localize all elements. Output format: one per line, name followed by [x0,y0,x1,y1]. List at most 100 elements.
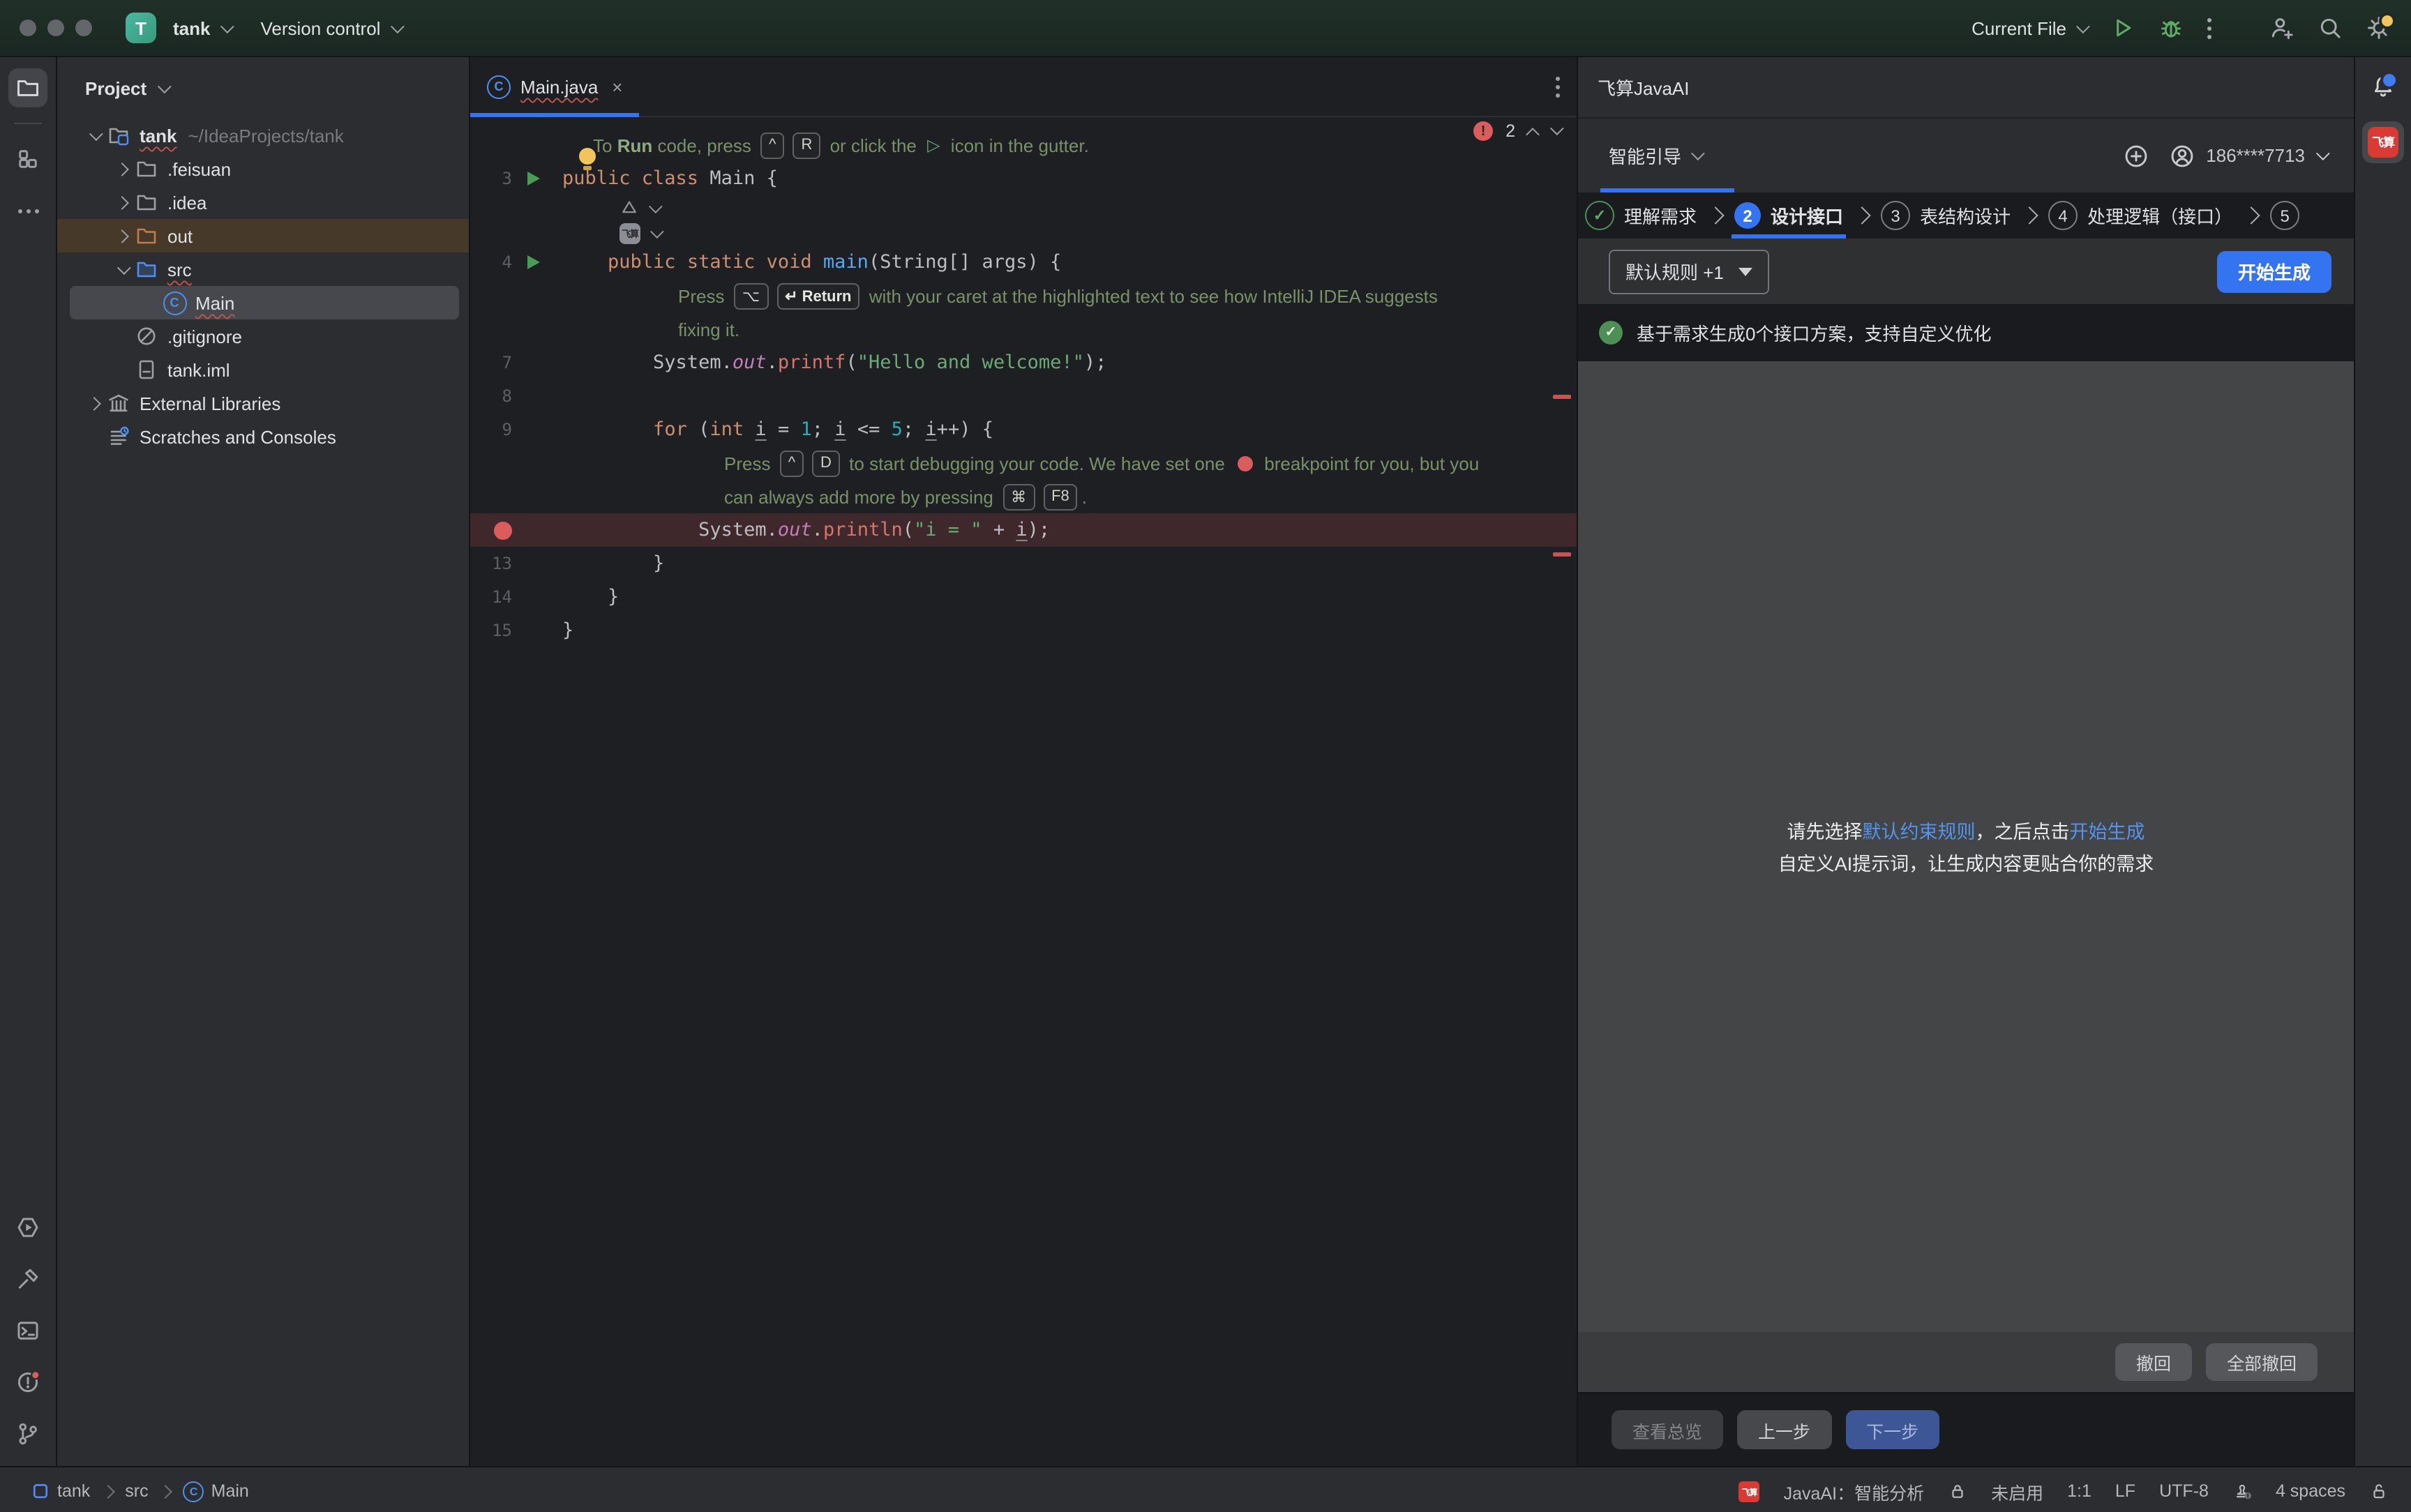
hint-link[interactable]: 默认约束规则 [1863,822,1976,842]
view-overview-button[interactable]: 查看总览 [1612,1410,1723,1449]
status-item[interactable]: LF [2115,1481,2135,1501]
code-line[interactable]: 3public class Main { [470,162,1577,195]
status-item[interactable]: 1:1 [2067,1481,2091,1501]
breadcrumb-tank[interactable]: tank [31,1481,90,1501]
more-actions-icon[interactable] [2207,15,2211,40]
check-circle-icon: ✓ [1599,321,1623,345]
wizard-step-1[interactable]: ✓理解需求 [1582,192,1699,239]
code-line[interactable]: 14 } [470,580,1577,614]
wizard-step-2[interactable]: 2设计接口 [1732,192,1846,239]
debug-icon[interactable] [2158,15,2184,40]
tree-item-out[interactable]: out [57,219,469,252]
code-line[interactable]: 4 public static void main(String[] args)… [470,245,1577,279]
notifications-bell-icon[interactable] [2371,74,2396,99]
status-item[interactable]: JavaAI：智能分析 [1784,1478,1924,1504]
status-item[interactable]: UTF-8 [2159,1481,2209,1501]
status-item[interactable]: 4 spaces [2276,1481,2345,1501]
chevron-right-icon[interactable] [110,164,133,174]
breakpoint-icon[interactable] [494,521,512,539]
code-area[interactable]: To Run code, press ^R or click the ▷ ico… [470,117,1577,1466]
tree-item-gitignore[interactable]: .gitignore [57,319,469,353]
rules-dropdown[interactable]: 默认规则 +1 [1609,249,1770,294]
inspections-widget[interactable]: ! 2 [1473,121,1560,141]
editor-options-icon[interactable] [1556,74,1560,99]
run-gutter-icon[interactable] [512,255,554,269]
code-line[interactable]: 13 } [470,547,1577,580]
vcs-menu[interactable]: Version control [260,17,400,38]
add-icon[interactable] [2124,143,2149,168]
wizard-step-4[interactable]: 4处理逻辑（接口） [2045,192,2235,239]
undo-all-button[interactable]: 全部撤回 [2206,1343,2318,1381]
project-toolwindow-icon[interactable] [8,68,47,107]
breadcrumb-label: tank [57,1481,90,1501]
modules-toolwindow-icon[interactable] [8,139,47,179]
close-tab-icon[interactable]: × [612,76,622,97]
status-unlock-icon[interactable] [2369,1481,2389,1501]
feisuan-plugin-icon[interactable]: 飞算 [2362,121,2404,163]
tree-item-external-libraries[interactable]: External Libraries [57,386,469,420]
window-minimize-button[interactable] [47,20,64,36]
wizard-step-5[interactable]: 5 [2267,192,2302,239]
tree-item-tank-iml[interactable]: tank.iml [57,353,469,386]
hint-text: with your caret at the highlighted text … [864,285,1438,306]
hint-link[interactable]: 开始生成 [2070,822,2145,842]
undo-button[interactable]: 撤回 [2115,1343,2192,1381]
feisuan-inlay-icon[interactable]: 飞算 [619,222,640,243]
status-inspections-icon[interactable] [2232,1481,2252,1501]
tab-smart-guide[interactable]: 智能引导 [1589,119,1712,192]
git-toolwindow-icon[interactable] [8,1414,47,1453]
java-class-icon: C [183,1481,204,1502]
run-config-selector[interactable]: Current File [1971,17,2086,38]
code-line[interactable]: 9 for (int i = 1; i <= 5; i++) { [470,413,1577,446]
tree-item-main[interactable]: CMain [57,286,469,319]
next-step-button[interactable]: 下一步 [1845,1410,1939,1449]
more-toolwindows-icon[interactable] [8,191,47,230]
window-zoom-button[interactable] [75,20,92,36]
chevron-right-icon[interactable] [110,231,133,241]
code-line[interactable]: 15} [470,614,1577,647]
search-icon[interactable] [2318,15,2343,40]
inlay-row[interactable] [470,195,1577,220]
chevron-down-icon[interactable] [649,199,663,213]
prev-error-icon[interactable] [1526,127,1540,141]
code-line[interactable]: System.out.println("i = " + i); [470,513,1577,547]
problems-toolwindow-icon[interactable] [8,1363,47,1402]
inlay-row[interactable]: 飞算 [470,220,1577,245]
editor-tab-main-java[interactable]: C Main.java × [470,57,639,116]
settings-gear-icon[interactable] [2366,15,2391,40]
tree-item-idea[interactable]: .idea [57,186,469,219]
chevron-right-icon[interactable] [110,197,133,207]
wizard-step-3[interactable]: 3表结构设计 [1878,192,2013,239]
error-stripe-mark[interactable] [1553,395,1571,399]
code-line[interactable]: 7 System.out.printf("Hello and welcome!"… [470,346,1577,379]
project-panel-header[interactable]: Project [57,57,469,119]
prev-step-button[interactable]: 上一步 [1737,1410,1831,1449]
breadcrumb-src[interactable]: src [125,1481,148,1501]
services-toolwindow-icon[interactable] [8,1208,47,1247]
status-lock-icon[interactable] [1948,1481,1967,1501]
status-item[interactable]: 未启用 [1991,1478,2043,1504]
intention-bulb-icon[interactable] [579,148,596,165]
tree-item-feisuan[interactable]: .feisuan [57,152,469,186]
account-menu[interactable]: 186****7713 [2170,143,2326,168]
code-with-me-icon[interactable] [2269,15,2294,40]
tree-item-src[interactable]: src [57,252,469,286]
run-gutter-icon[interactable] [512,172,554,186]
chevron-down-icon[interactable] [650,224,664,238]
window-close-button[interactable] [20,20,36,36]
build-toolwindow-icon[interactable] [8,1260,47,1299]
tree-item-scratches-and-consoles[interactable]: Scratches and Consoles [57,420,469,453]
error-stripe-mark[interactable] [1553,552,1571,557]
feisuan-badge-icon[interactable]: 飞算 [1739,1481,1760,1502]
chevron-down-icon[interactable] [82,130,105,140]
generation-status-text: 基于需求生成0个接口方案，支持自定义优化 [1637,319,1991,346]
breadcrumb-main[interactable]: CMain [183,1481,249,1502]
terminal-toolwindow-icon[interactable] [8,1311,47,1350]
tree-item-tank[interactable]: tank~/IdeaProjects/tank [57,119,469,152]
chevron-right-icon[interactable] [82,398,105,408]
chevron-down-icon[interactable] [110,264,133,274]
run-icon[interactable] [2110,15,2135,40]
code-line[interactable]: 8 [470,379,1577,413]
project-switcher[interactable]: tank [173,17,230,38]
generate-button[interactable]: 开始生成 [2217,250,2331,292]
